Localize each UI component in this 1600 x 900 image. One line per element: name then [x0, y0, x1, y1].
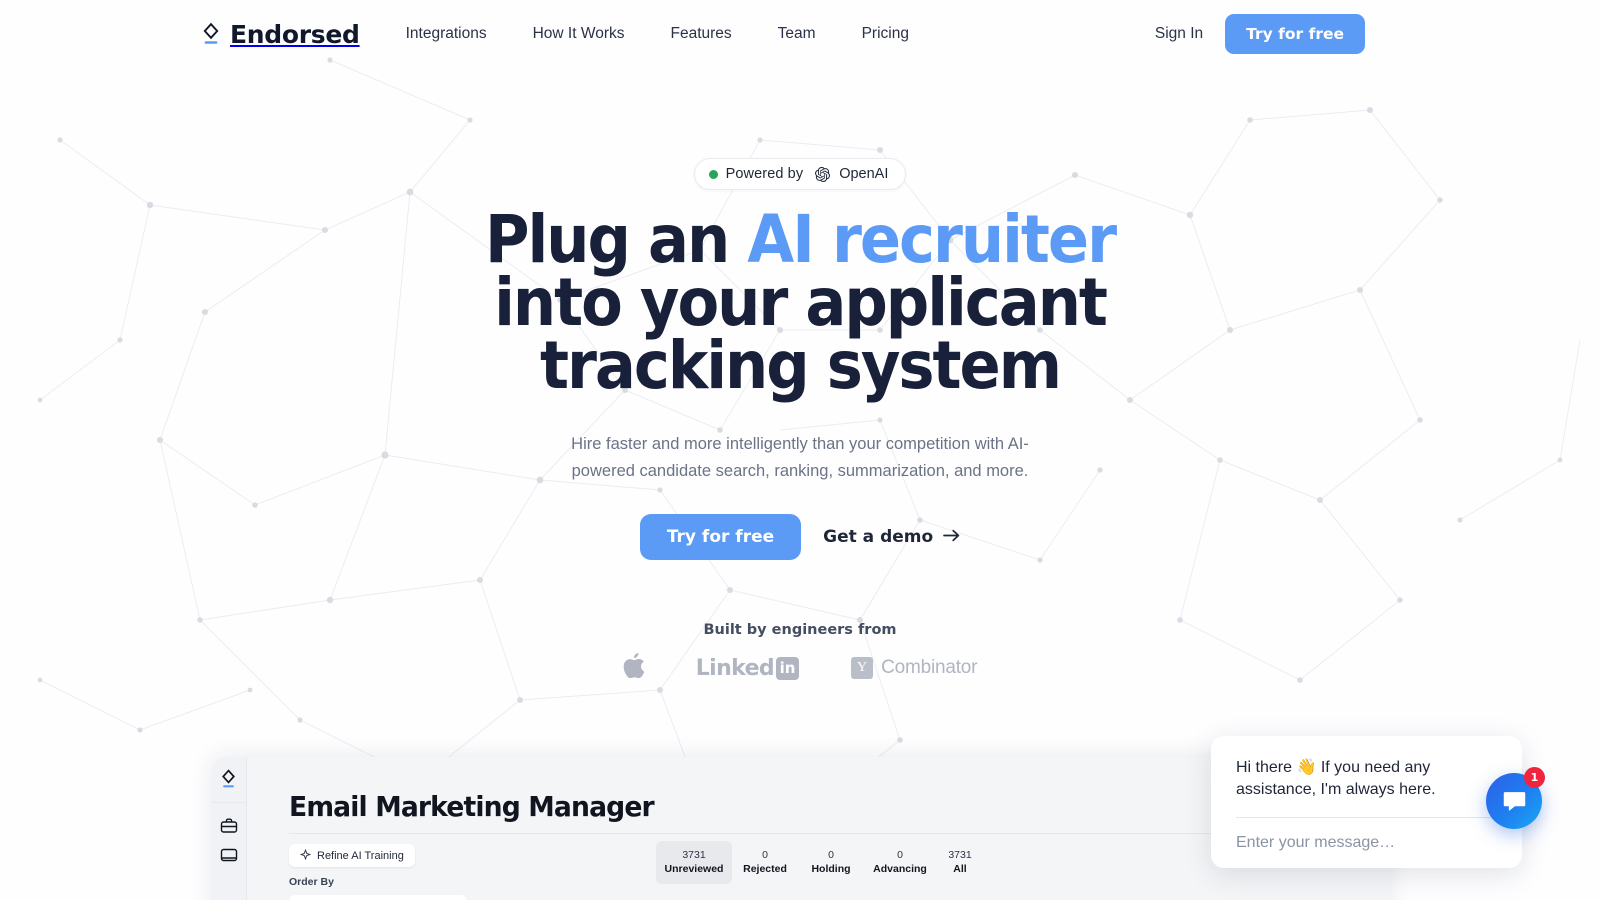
tab-holding-label: Holding: [811, 863, 851, 875]
main-nav: Integrations How It Works Features Team …: [406, 24, 932, 44]
dashboard-sidebar: [211, 757, 247, 900]
sidebar-divider: [211, 802, 247, 803]
apple-logo-icon: [623, 653, 645, 683]
hero-subheading: Hire faster and more intelligently than …: [571, 435, 1029, 480]
sign-in-link[interactable]: Sign In: [1155, 25, 1203, 43]
chat-unread-badge: 1: [1524, 767, 1545, 788]
nav-item-features[interactable]: Features: [647, 24, 754, 44]
header-try-for-free-button[interactable]: Try for free: [1225, 14, 1365, 54]
order-by-label: Order By: [289, 876, 334, 888]
tab-advancing-count: 0: [897, 849, 903, 861]
candidate-status-tabs: 3731 Unreviewed 0 Rejected 0 Holding 0 A…: [656, 841, 984, 884]
yc-y-box: Y: [851, 657, 874, 679]
headline-part-2: into your applicant tracking system: [494, 264, 1108, 404]
order-by-select[interactable]: [289, 895, 467, 900]
tab-holding[interactable]: 0 Holding: [798, 841, 864, 884]
linkedin-wordmark: Linked: [695, 655, 775, 681]
refine-ai-training-button[interactable]: Refine AI Training: [289, 844, 415, 867]
tab-holding-count: 0: [828, 849, 834, 861]
nav-item-team[interactable]: Team: [755, 24, 839, 44]
chat-message-input[interactable]: [1236, 834, 1497, 852]
monitor-icon[interactable]: [219, 845, 239, 865]
tab-rejected-label: Rejected: [743, 863, 787, 875]
status-dot-icon: [708, 169, 718, 179]
header-actions: Sign In Try for free: [1155, 14, 1365, 54]
get-a-demo-label: Get a demo: [823, 527, 934, 547]
hero-section: Powered by OpenAI Plug an AI recruiter i…: [0, 0, 1600, 683]
tab-advancing[interactable]: 0 Advancing: [864, 841, 936, 884]
job-title: Email Marketing Manager: [289, 790, 655, 823]
nav-item-how-it-works[interactable]: How It Works: [510, 24, 648, 44]
arrow-right-icon: [943, 527, 960, 547]
tab-all-count: 3731: [948, 849, 972, 861]
briefcase-icon[interactable]: [219, 816, 239, 836]
diamond-logo-icon: [220, 768, 237, 790]
hero-try-for-free-button[interactable]: Try for free: [639, 514, 802, 560]
ycombinator-logo-icon: Y Combinator: [851, 657, 977, 679]
hero-cta-row: Try for free Get a demo: [0, 514, 1600, 560]
sparkle-icon: [299, 848, 312, 863]
tab-unreviewed[interactable]: 3731 Unreviewed: [656, 841, 732, 884]
tab-all-label: All: [953, 863, 967, 875]
openai-label: OpenAI: [839, 166, 889, 182]
diamond-logo-icon: [201, 21, 221, 47]
brand-name: Endorsed: [230, 19, 360, 49]
tab-advancing-label: Advancing: [873, 863, 927, 875]
get-a-demo-link[interactable]: Get a demo: [823, 527, 960, 547]
tab-rejected-count: 0: [762, 849, 768, 861]
linkedin-in-box: in: [776, 656, 800, 680]
tab-all[interactable]: 3731 All: [936, 841, 984, 884]
brand-logo-link[interactable]: Endorsed: [201, 20, 360, 49]
powered-by-label: Powered by: [725, 166, 804, 182]
yc-wordmark: Combinator: [881, 657, 978, 678]
refine-ai-training-label: Refine AI Training: [317, 849, 404, 862]
powered-by-badge: Powered by OpenAI: [693, 158, 907, 190]
chat-widget-card: Hi there 👋 If you need any assistance, I…: [1211, 736, 1522, 868]
site-header: Endorsed Integrations How It Works Featu…: [0, 0, 1600, 68]
nav-item-integrations[interactable]: Integrations: [406, 24, 510, 44]
tab-rejected[interactable]: 0 Rejected: [732, 841, 798, 884]
linkedin-logo-icon: Linked in: [695, 655, 800, 681]
built-by-label: Built by engineers from: [703, 622, 897, 638]
nav-item-pricing[interactable]: Pricing: [839, 24, 932, 44]
landing-page: Endorsed Integrations How It Works Featu…: [0, 0, 1600, 900]
company-logos: Linked in Y Combinator: [0, 653, 1600, 683]
openai-logo-icon: [815, 166, 831, 182]
chat-divider: [1236, 817, 1497, 818]
tab-unreviewed-label: Unreviewed: [664, 863, 724, 875]
tab-unreviewed-count: 3731: [682, 849, 706, 861]
chat-greeting-text: Hi there 👋 If you need any assistance, I…: [1236, 759, 1436, 798]
page-title: Plug an AI recruiter into your applicant…: [423, 207, 1177, 399]
